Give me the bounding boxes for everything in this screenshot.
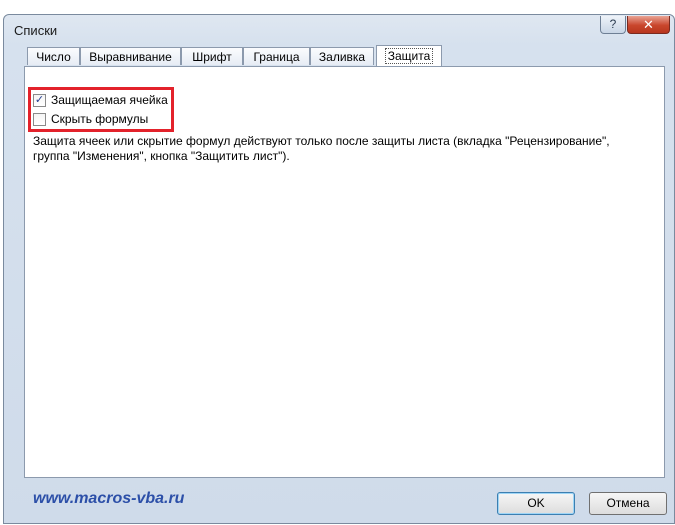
hidden-checkbox[interactable] bbox=[33, 112, 46, 126]
protection-description: Защита ячеек или скрытие формул действую… bbox=[33, 134, 610, 163]
tab-protection-label: Защита bbox=[384, 48, 434, 64]
tab-border[interactable]: Граница bbox=[243, 47, 310, 65]
locked-checkbox[interactable]: ✓ bbox=[33, 93, 46, 107]
tab-font[interactable]: Шрифт bbox=[181, 47, 243, 65]
dialog-title: Списки bbox=[14, 23, 58, 38]
help-icon: ? bbox=[609, 17, 617, 31]
close-icon: ✕ bbox=[643, 17, 654, 32]
ok-button[interactable]: OK bbox=[497, 492, 575, 515]
tab-alignment[interactable]: Выравнивание bbox=[80, 47, 181, 65]
tab-fill[interactable]: Заливка bbox=[310, 47, 374, 65]
locked-label: Защищаемая ячейка bbox=[51, 93, 168, 107]
watermark-text: www.macros-vba.ru bbox=[33, 490, 185, 507]
hidden-checkbox-row[interactable]: Скрыть формулы bbox=[33, 111, 148, 127]
close-button[interactable]: ✕ bbox=[627, 16, 670, 34]
cancel-button[interactable]: Отмена bbox=[589, 492, 667, 515]
protection-panel bbox=[24, 66, 665, 478]
tab-protection[interactable]: Защита bbox=[376, 45, 442, 66]
locked-checkbox-row[interactable]: ✓ Защищаемая ячейка bbox=[33, 92, 168, 108]
hidden-label: Скрыть формулы bbox=[51, 112, 149, 126]
tab-number[interactable]: Число bbox=[27, 47, 80, 65]
checkmark-icon: ✓ bbox=[34, 93, 45, 106]
help-button[interactable]: ? bbox=[600, 16, 626, 34]
